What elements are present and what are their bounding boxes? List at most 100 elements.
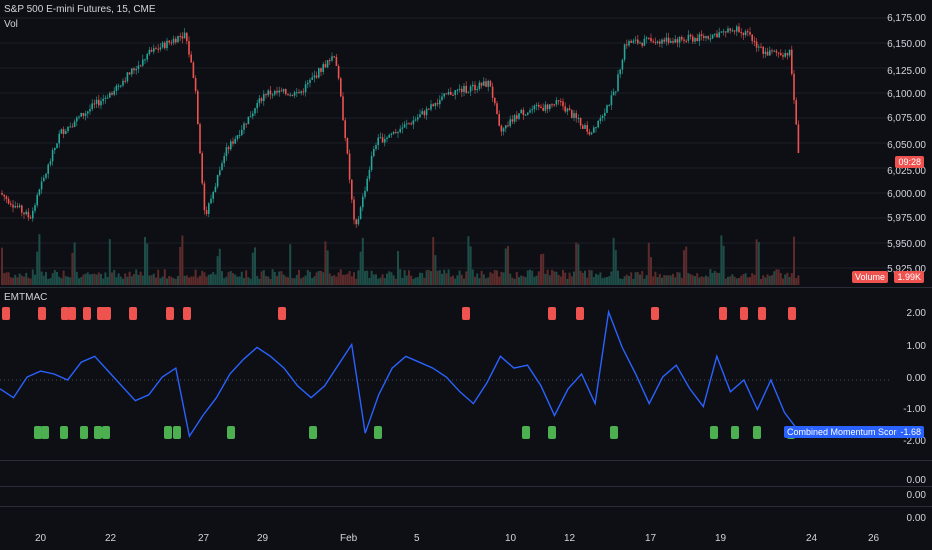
candle (216, 174, 219, 187)
candle (194, 78, 197, 92)
candle (645, 37, 648, 39)
volume-bar (254, 247, 256, 285)
volume-bar (405, 275, 408, 285)
candle (637, 39, 639, 44)
candle (632, 40, 635, 43)
volume-bar (379, 277, 382, 285)
price-pane[interactable]: S&P 500 E-mini Futures, 15, CME Vol 6,17… (0, 0, 932, 287)
volume-bar (20, 275, 23, 285)
candle (40, 181, 43, 190)
volume-bar (760, 278, 762, 285)
candle (95, 99, 98, 104)
indicator-pane[interactable]: EMTMAC 2.00 1.00 0.00 -1.00 -2.00 Combined M… (0, 288, 932, 460)
indicator-chart[interactable] (0, 288, 890, 460)
volume-bar (227, 272, 230, 285)
volume-bar (251, 252, 254, 285)
volume-bar (267, 276, 270, 285)
candle (623, 44, 626, 60)
volume-bar (502, 272, 505, 285)
candle (736, 26, 738, 32)
candle (135, 68, 137, 71)
volume-bar (350, 276, 353, 285)
candle (117, 85, 120, 87)
lower-axis-label: 0.00 (906, 475, 926, 486)
candle (727, 28, 729, 33)
candle (753, 40, 756, 42)
volume-bar (23, 276, 25, 285)
volume-bar (746, 277, 749, 285)
time-axis-label: Feb (340, 533, 358, 544)
candle (58, 133, 60, 144)
candle (395, 132, 397, 134)
volume-bar (683, 250, 685, 285)
price-axis-label: 6,050.00 (887, 140, 926, 151)
volume-bar (542, 253, 545, 285)
volume-bar (685, 246, 688, 285)
time-axis[interactable]: 20 22 27 29 Feb 5 10 12 17 19 24 26 (0, 529, 932, 550)
volume-bar (416, 277, 419, 285)
volume-bar (691, 275, 694, 285)
lower-axis-label: 0.00 (906, 490, 926, 501)
candle (458, 88, 461, 90)
candle (60, 129, 63, 134)
candle (76, 117, 78, 122)
lower-pane-3[interactable] (0, 507, 932, 529)
lower-pane-2[interactable] (0, 487, 932, 506)
candle (32, 210, 34, 219)
volume-bar (190, 276, 193, 285)
candle (265, 94, 267, 96)
candle (593, 127, 595, 133)
candle (621, 59, 624, 70)
candle (109, 92, 111, 98)
candle (707, 36, 709, 39)
volume-bar (735, 278, 738, 285)
candle (705, 36, 707, 39)
candle (252, 113, 254, 117)
sell-signal-marker (788, 307, 796, 320)
volume-bar (674, 277, 677, 285)
candle (186, 32, 188, 42)
volume-bar (194, 269, 197, 285)
volume-bar (311, 278, 314, 285)
candle (106, 97, 109, 99)
volume-bar (634, 272, 637, 285)
volume-bar (34, 274, 36, 285)
volume-value-tag: 1.99K (894, 271, 924, 283)
volume-bar (25, 272, 28, 285)
volume-bar (709, 269, 712, 285)
volume-bar (672, 273, 674, 285)
volume-bar (656, 277, 659, 285)
candle (419, 114, 421, 118)
volume-bar (199, 275, 201, 285)
candle (560, 101, 562, 103)
candle (27, 211, 30, 218)
volume-bar (757, 241, 760, 285)
candle (434, 103, 437, 106)
volume-bar (742, 274, 745, 285)
volume-bar (432, 237, 435, 285)
candle (263, 94, 265, 102)
candle (729, 28, 731, 31)
volume-bar (278, 271, 281, 285)
candle (3, 194, 5, 197)
volume-bar (463, 278, 465, 285)
candle (49, 161, 52, 165)
price-chart[interactable] (0, 0, 890, 287)
candle (21, 205, 23, 213)
sell-signal-marker (740, 307, 748, 320)
volume-bar (185, 275, 188, 285)
lower-pane-1[interactable] (0, 461, 932, 486)
volume-bar (40, 271, 43, 285)
candle (236, 135, 239, 139)
candle (498, 114, 500, 126)
volume-bar (500, 271, 503, 285)
volume-bar (56, 271, 58, 285)
candle (296, 92, 298, 94)
candle (740, 32, 742, 34)
candle (612, 91, 615, 96)
volume-bar (722, 245, 725, 285)
volume-bar (731, 274, 734, 285)
volume-bar (309, 271, 311, 285)
candle (788, 49, 791, 56)
volume-bar (16, 277, 19, 285)
